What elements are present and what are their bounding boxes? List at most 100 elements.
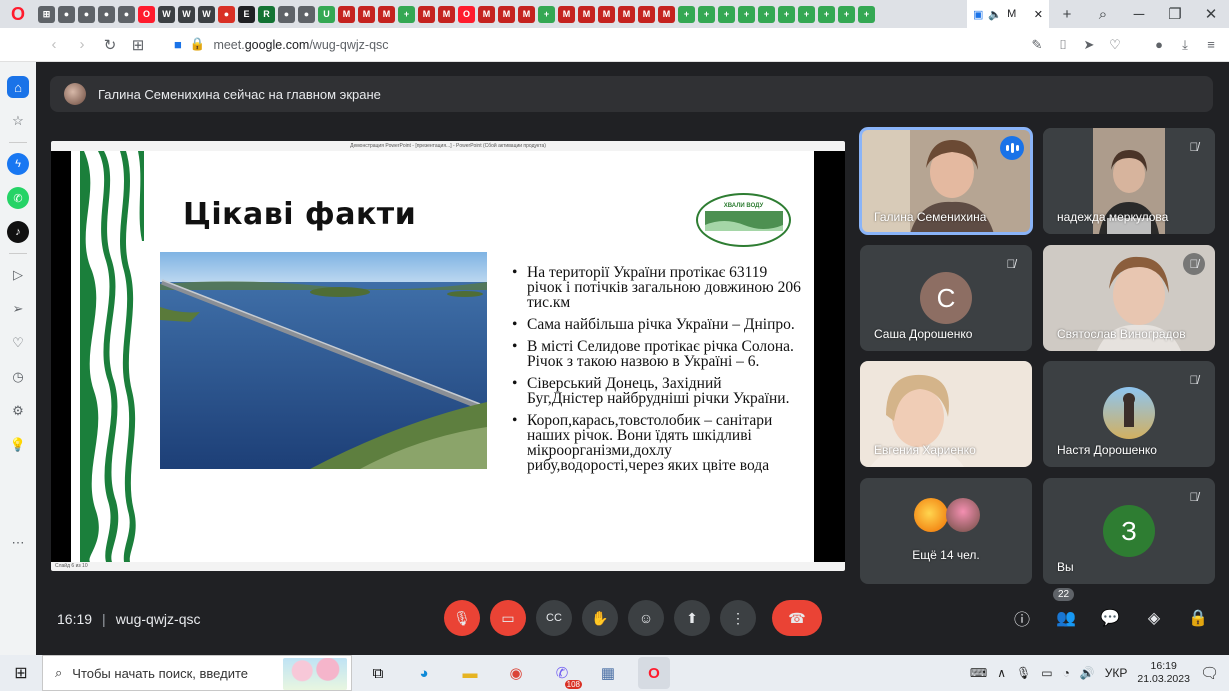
- profile-icon[interactable]: ●: [1149, 37, 1169, 52]
- messenger-icon[interactable]: ϟ: [7, 153, 29, 175]
- home-icon[interactable]: ⌂: [7, 76, 29, 98]
- participant-tile[interactable]: С 🎙̸ Саша Дорошенко: [860, 245, 1032, 351]
- raise-hand-button[interactable]: ✋: [582, 600, 618, 636]
- activities-icon[interactable]: ◈: [1139, 605, 1169, 631]
- pinned-tab[interactable]: +: [398, 5, 415, 23]
- language-indicator[interactable]: УКР: [1105, 666, 1128, 680]
- calculator-icon[interactable]: ▦: [592, 657, 624, 689]
- pinned-tab[interactable]: R: [258, 5, 275, 23]
- pinned-tab[interactable]: U: [318, 5, 335, 23]
- download-icon[interactable]: ⤓: [1175, 37, 1195, 53]
- network-icon[interactable]: ◔: [1063, 666, 1070, 680]
- snap-icon[interactable]: ─: [1121, 6, 1157, 23]
- more-options-button[interactable]: ⋮: [720, 600, 756, 636]
- leave-call-button[interactable]: ☎: [772, 600, 822, 636]
- camera-off-button[interactable]: ▭: [490, 600, 526, 636]
- pinned-tab[interactable]: ●: [78, 5, 95, 23]
- pinned-tab[interactable]: M: [658, 5, 675, 23]
- task-view-icon[interactable]: ⧉: [362, 657, 394, 689]
- tiktok-icon[interactable]: ♪: [7, 221, 29, 243]
- tips-icon[interactable]: 💡: [7, 434, 29, 456]
- pinned-tab[interactable]: M: [498, 5, 515, 23]
- history-icon[interactable]: ◷: [7, 366, 29, 388]
- chat-icon[interactable]: 💬: [1095, 605, 1125, 631]
- whatsapp-icon[interactable]: ✆: [7, 187, 29, 209]
- more-participants-tile[interactable]: Ещё 14 чел.: [860, 478, 1032, 584]
- info-icon[interactable]: ⓘ: [1007, 605, 1037, 631]
- pinned-tab[interactable]: W: [158, 5, 175, 23]
- search-tabs-icon[interactable]: ⌕: [1085, 6, 1121, 23]
- pinned-tab[interactable]: ⊞: [38, 5, 55, 23]
- edit-icon[interactable]: ✎: [1027, 37, 1047, 53]
- participant-tile[interactable]: 🎙̸ Святослав Виноградов: [1043, 245, 1215, 351]
- opera-icon[interactable]: O: [638, 657, 670, 689]
- pinned-tab[interactable]: M: [418, 5, 435, 23]
- close-tab-icon[interactable]: ✕: [1034, 8, 1043, 21]
- pinned-tab[interactable]: M: [618, 5, 635, 23]
- captions-button[interactable]: CC: [536, 600, 572, 636]
- pinned-tab[interactable]: M: [518, 5, 535, 23]
- keyboard-icon[interactable]: ⌨: [970, 666, 987, 680]
- pinned-tab[interactable]: +: [818, 5, 835, 23]
- close-window-icon[interactable]: ✕: [1193, 5, 1229, 23]
- tab-google-meet[interactable]: ▣ 🔈 M ✕: [967, 0, 1049, 28]
- pinned-tab[interactable]: ●: [58, 5, 75, 23]
- chrome-icon[interactable]: ◉: [500, 657, 532, 689]
- pinned-tab[interactable]: +: [678, 5, 695, 23]
- microphone-icon[interactable]: 🎙: [1016, 666, 1031, 680]
- more-icon[interactable]: ⋯: [7, 532, 29, 554]
- audio-icon[interactable]: 🔈: [988, 8, 1002, 21]
- new-tab-icon[interactable]: +: [1049, 6, 1085, 23]
- pinned-tab[interactable]: M: [558, 5, 575, 23]
- pinned-tab[interactable]: O: [138, 5, 155, 23]
- volume-icon[interactable]: 🔊: [1080, 666, 1095, 680]
- taskbar-search[interactable]: ⌕ Чтобы начать поиск, введите: [42, 655, 352, 691]
- participant-tile[interactable]: 🎙̸ Настя Дорошенко: [1043, 361, 1215, 467]
- pinned-tab[interactable]: M: [598, 5, 615, 23]
- pinned-tab[interactable]: M: [338, 5, 355, 23]
- pinned-tab[interactable]: ●: [278, 5, 295, 23]
- forward-icon[interactable]: ›: [68, 36, 96, 53]
- pinned-tab[interactable]: +: [718, 5, 735, 23]
- battery-icon[interactable]: ▭: [1041, 666, 1052, 680]
- pinned-tab[interactable]: +: [798, 5, 815, 23]
- back-icon[interactable]: ‹: [40, 36, 68, 53]
- send-icon[interactable]: ➢: [7, 298, 29, 320]
- pinned-tab[interactable]: ●: [218, 5, 235, 23]
- pinned-tab[interactable]: +: [738, 5, 755, 23]
- pinned-tab[interactable]: ●: [98, 5, 115, 23]
- heart-icon[interactable]: ♡: [7, 332, 29, 354]
- participant-tile[interactable]: Галина Семенихина: [859, 127, 1033, 235]
- file-explorer-icon[interactable]: ▬: [454, 657, 486, 689]
- viber-icon[interactable]: ✆ 108: [546, 657, 582, 689]
- heart-icon[interactable]: ♡: [1105, 37, 1125, 53]
- host-controls-icon[interactable]: 🔒: [1183, 605, 1213, 631]
- clock[interactable]: 16:19 21.03.2023: [1137, 660, 1190, 686]
- pinned-tab[interactable]: +: [538, 5, 555, 23]
- reactions-button[interactable]: ☺: [628, 600, 664, 636]
- pinned-tab[interactable]: +: [698, 5, 715, 23]
- participant-tile[interactable]: 🎙̸ надежда меркулова: [1043, 128, 1215, 234]
- pinned-tab[interactable]: M: [358, 5, 375, 23]
- snapshot-icon[interactable]: ⌷: [1053, 37, 1073, 53]
- present-button[interactable]: ⬆: [674, 600, 710, 636]
- speed-dial-icon[interactable]: ⊞: [124, 36, 152, 54]
- url-field[interactable]: ■ 🔒 meet.google.com/wug-qwjz-qsc: [174, 37, 1027, 52]
- pinned-tab[interactable]: M: [578, 5, 595, 23]
- pinned-tab[interactable]: W: [198, 5, 215, 23]
- edge-icon[interactable]: ◕: [408, 657, 440, 689]
- pinned-tab[interactable]: +: [838, 5, 855, 23]
- lock-icon[interactable]: 🔒: [190, 37, 206, 52]
- pinned-tab[interactable]: ●: [298, 5, 315, 23]
- send-icon[interactable]: ➤: [1079, 37, 1099, 53]
- restore-icon[interactable]: ❐: [1157, 5, 1193, 23]
- pinned-tab[interactable]: M: [378, 5, 395, 23]
- participant-tile[interactable]: Евгения Хариенко: [860, 361, 1032, 467]
- pinned-tab[interactable]: M: [638, 5, 655, 23]
- pinned-tab[interactable]: M: [478, 5, 495, 23]
- pinned-tab[interactable]: E: [238, 5, 255, 23]
- pinned-tab[interactable]: +: [778, 5, 795, 23]
- pinned-tab[interactable]: +: [758, 5, 775, 23]
- pinned-tab[interactable]: ●: [118, 5, 135, 23]
- self-tile[interactable]: З 🎙̸ Вы: [1043, 478, 1215, 584]
